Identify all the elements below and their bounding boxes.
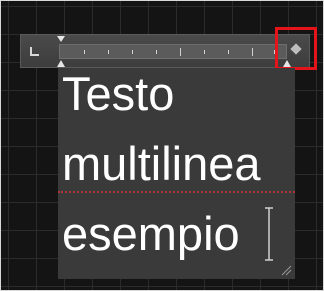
ruler-tick [132,50,133,54]
text-frame[interactable]: Testo multilinea esempio [58,68,295,279]
first-line-indent-marker[interactable] [56,35,66,45]
tabs-ruler [20,34,310,68]
ruler-tick [228,50,229,54]
ruler-tick [156,50,157,54]
tab-stop-corner-icon[interactable] [29,45,41,57]
ruler-tick [84,50,85,54]
text-line: Testo [62,67,175,120]
text-line: multilinea [62,137,261,190]
i-beam-cursor-icon [265,207,273,261]
baseline-guide [58,191,295,193]
ruler-tick [204,50,205,54]
ruler-tick [252,48,253,56]
resize-grip-icon[interactable] [280,264,292,276]
highlight-annotation-box [275,27,317,70]
ruler-track[interactable] [59,44,287,59]
ruler-tick [108,50,109,54]
text-line: esempio [62,207,240,260]
ruler-tick [180,48,181,56]
